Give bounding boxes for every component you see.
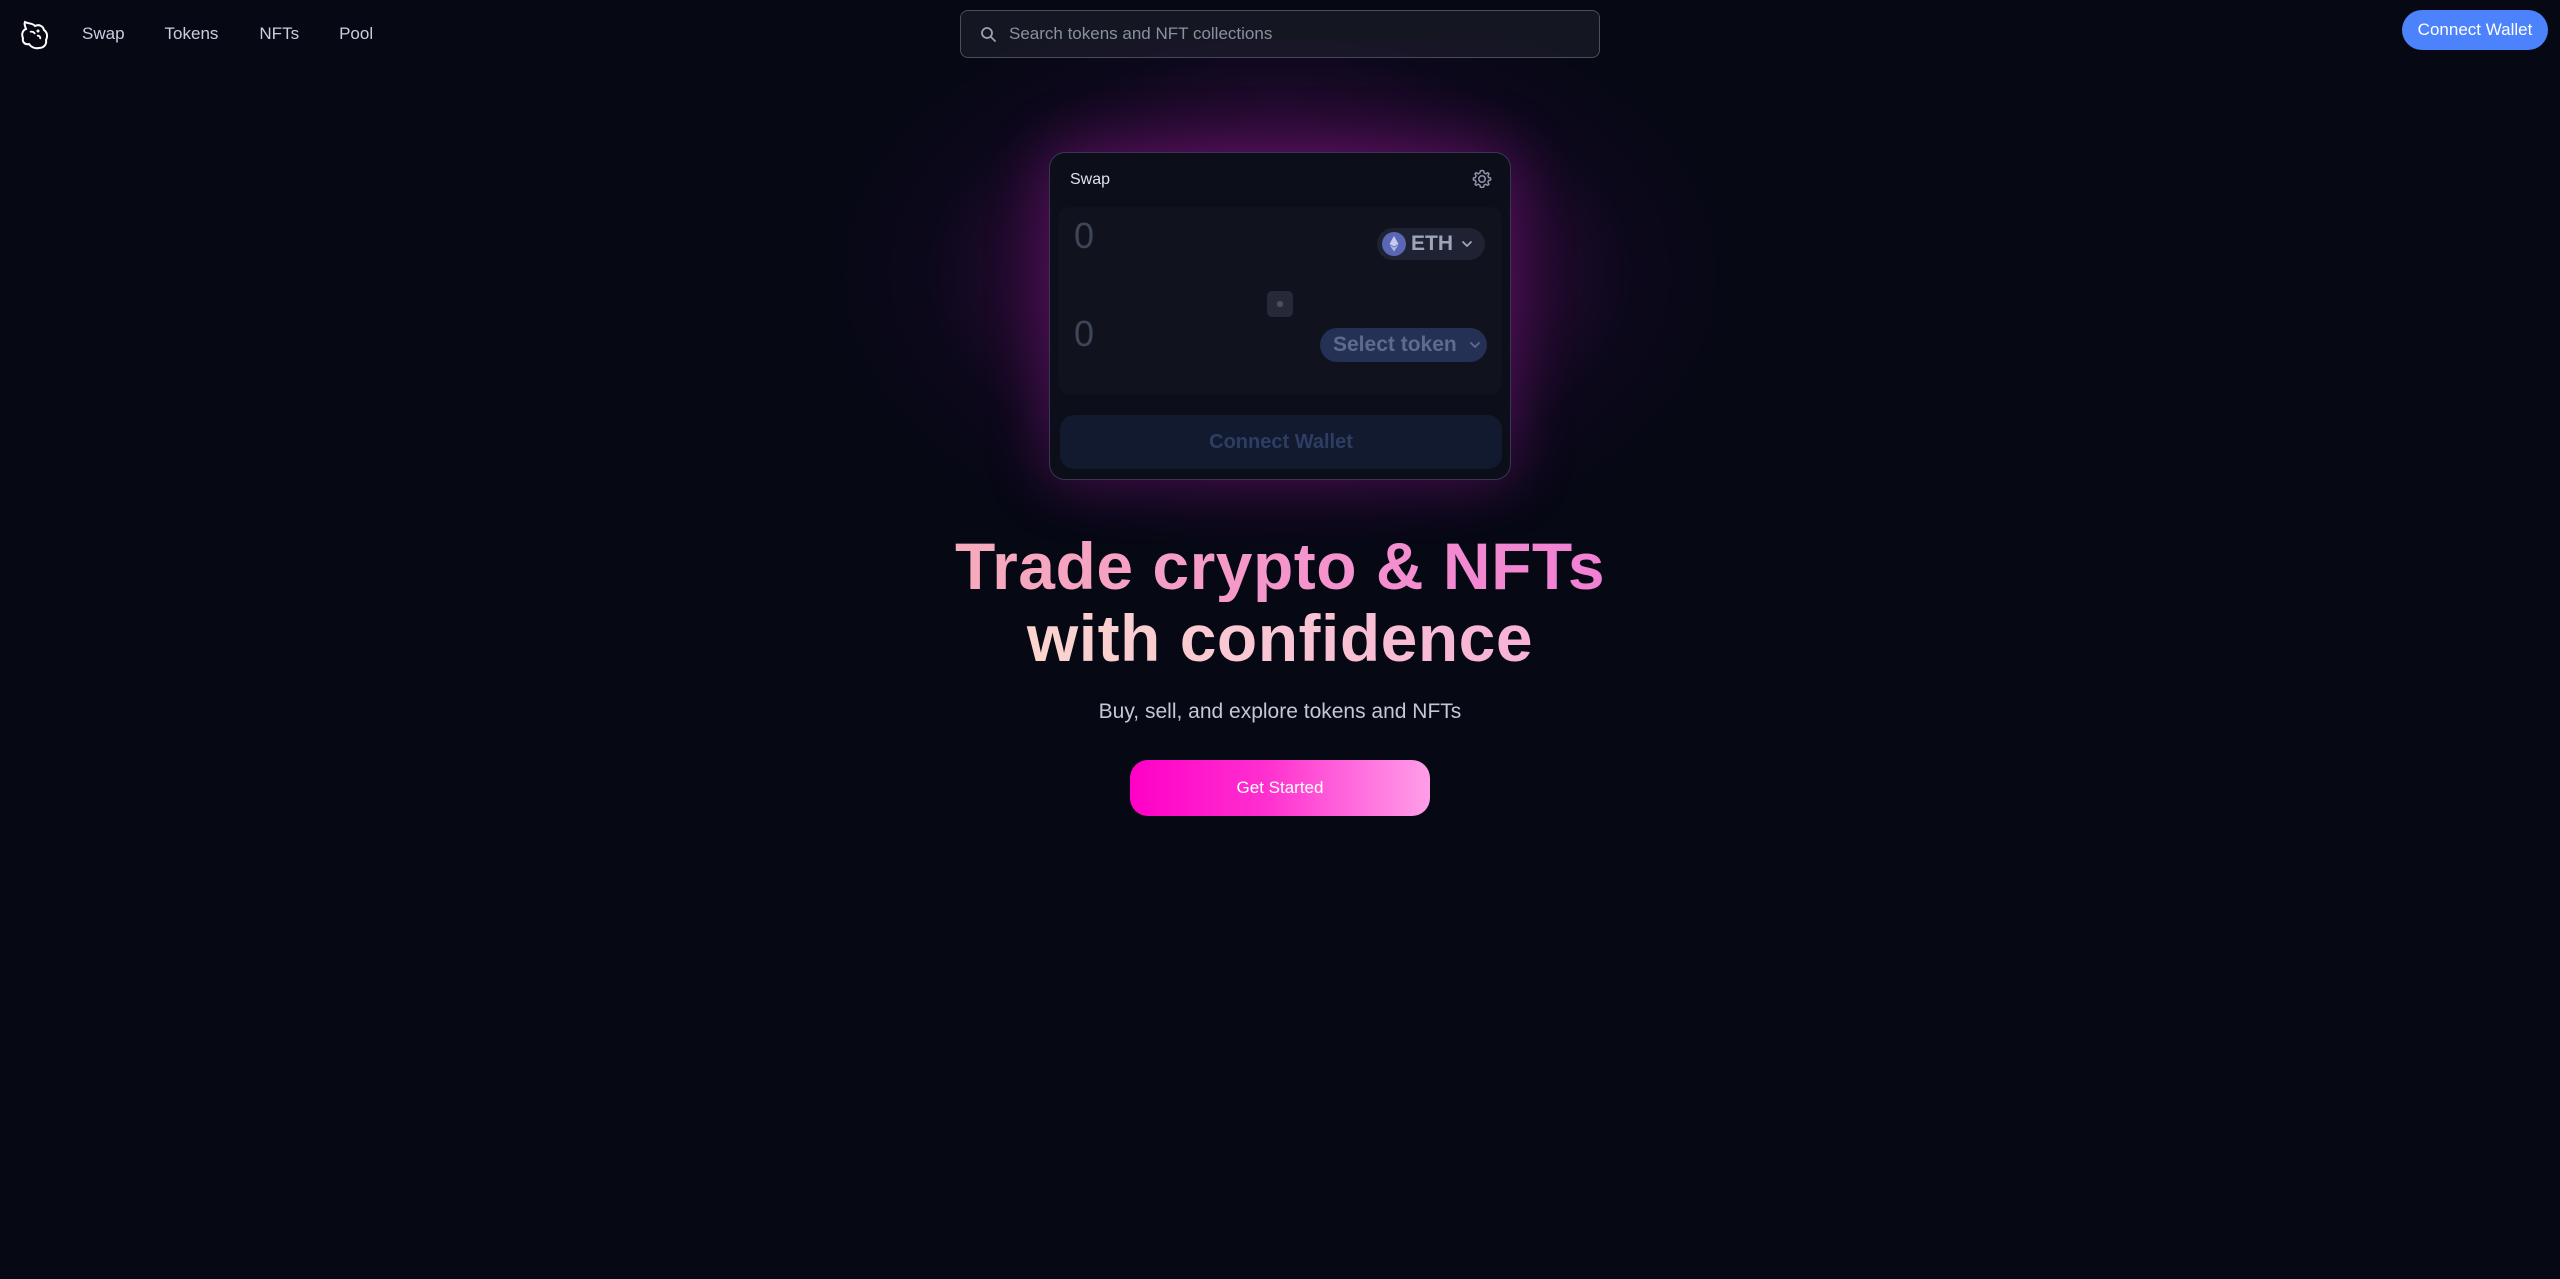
search-icon — [981, 27, 996, 42]
connect-wallet-button[interactable]: Connect Wallet — [2402, 10, 2548, 50]
nav-link-nfts[interactable]: NFTs — [259, 24, 299, 44]
search-input[interactable] — [1007, 23, 1567, 45]
swap-card: Swap 0 ETH 0 Select token Connect Wallet — [1049, 152, 1511, 480]
nav-link-swap[interactable]: Swap — [82, 24, 125, 44]
input-amount-field[interactable]: 0 — [1074, 215, 1094, 257]
hero-title-line-1: Trade crypto & NFTs — [780, 530, 1780, 602]
input-token-selector[interactable]: ETH — [1377, 228, 1485, 260]
ethereum-icon — [1382, 232, 1406, 256]
unicorn-logo-icon[interactable] — [19, 18, 49, 50]
card-connect-wallet-button[interactable]: Connect Wallet — [1060, 415, 1502, 469]
get-started-button[interactable]: Get Started — [1130, 760, 1430, 816]
output-token-selector[interactable]: Select token — [1320, 328, 1487, 362]
hero-title-line-2: with confidence — [780, 602, 1780, 674]
gear-icon[interactable] — [1471, 168, 1493, 190]
swap-direction-icon — [1277, 301, 1283, 307]
swap-card-title: Swap — [1070, 171, 1111, 188]
output-amount-field[interactable]: 0 — [1074, 313, 1094, 355]
chevron-down-icon — [1469, 342, 1480, 348]
output-token-label: Select token — [1333, 333, 1457, 356]
hero-title: Trade crypto & NFTs with confidence — [780, 530, 1780, 674]
chevron-down-icon — [1462, 241, 1472, 247]
nav-links: Swap Tokens NFTs Pool — [82, 24, 413, 44]
hero-subtitle: Buy, sell, and explore tokens and NFTs — [1098, 700, 1462, 723]
top-navigation: Swap Tokens NFTs Pool Connect Wallet — [0, 0, 2560, 68]
nav-link-tokens[interactable]: Tokens — [165, 24, 219, 44]
nav-link-pool[interactable]: Pool — [339, 24, 373, 44]
input-token-label: ETH — [1411, 232, 1453, 255]
search-bar[interactable] — [960, 10, 1600, 58]
swap-direction-button[interactable] — [1264, 288, 1296, 320]
